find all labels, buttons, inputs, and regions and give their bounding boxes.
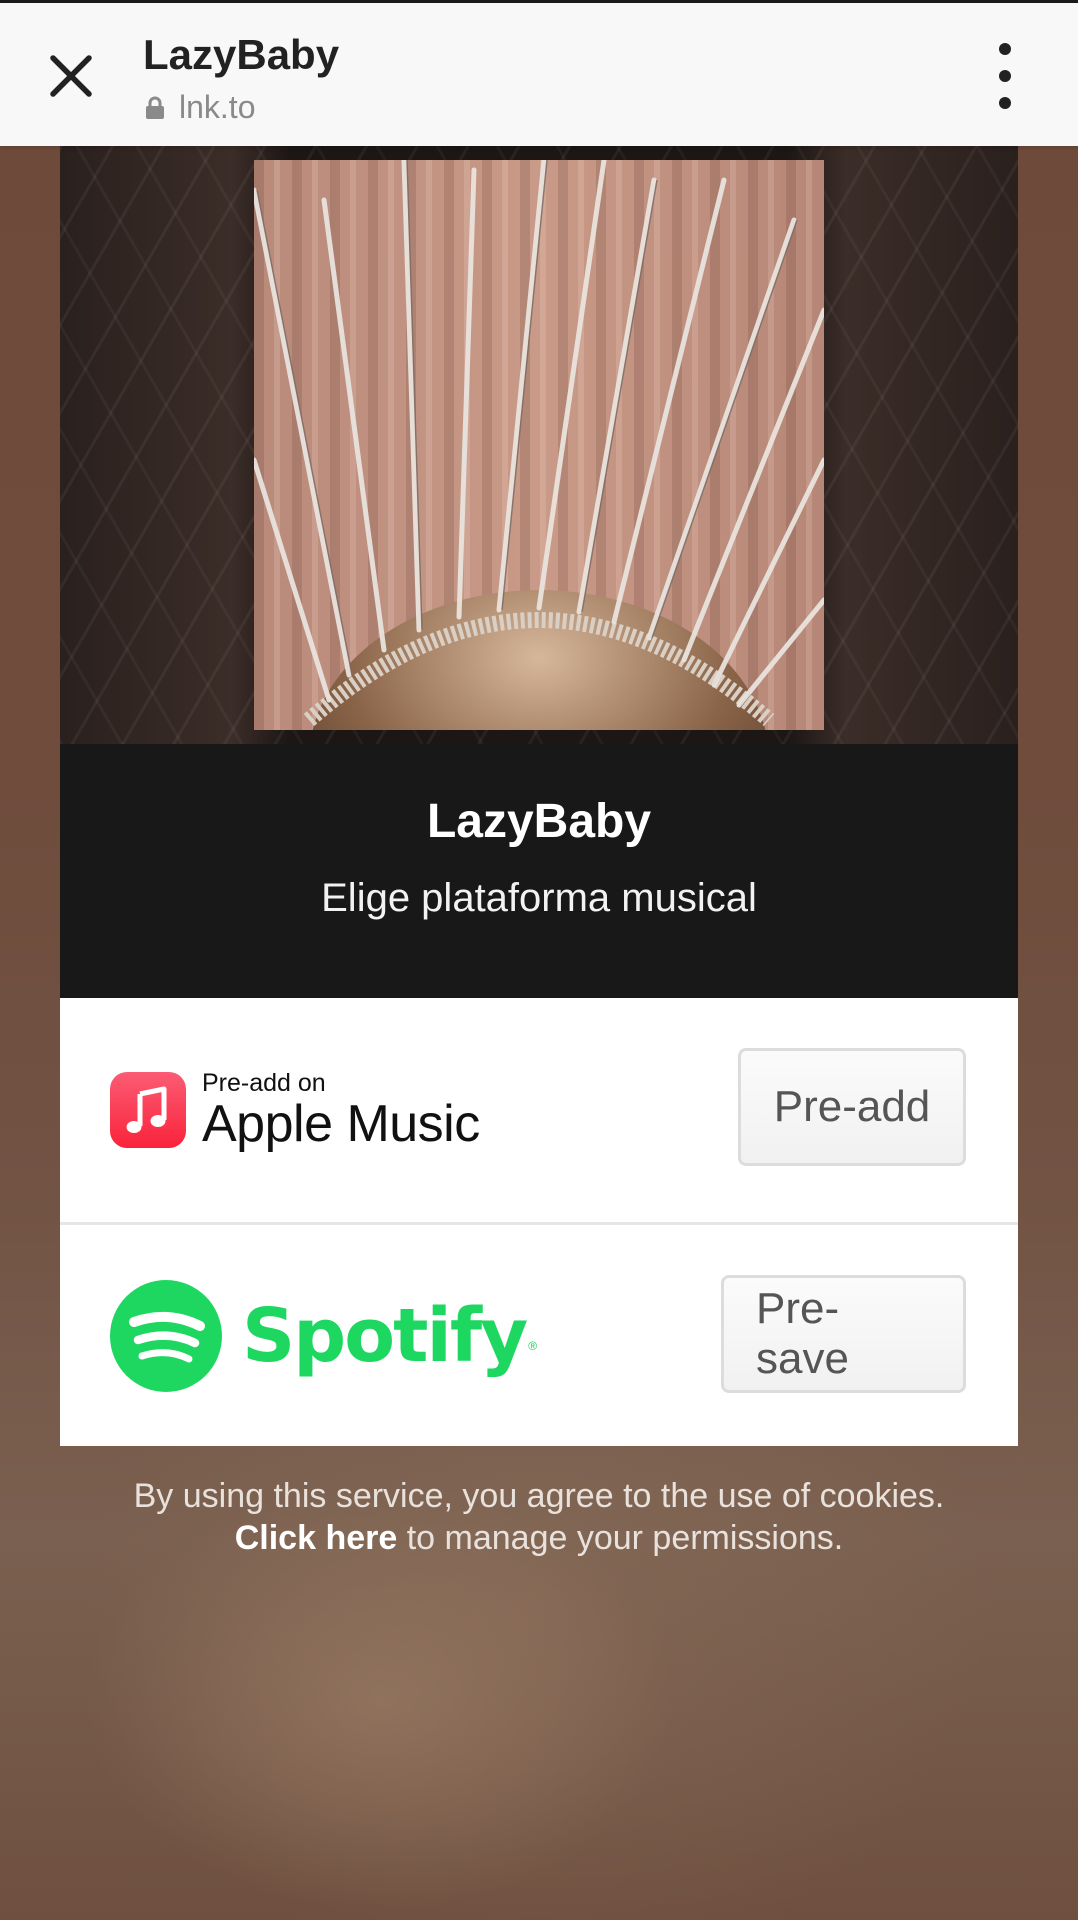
- spotify-wordmark: Spotify: [242, 1292, 528, 1379]
- release-info: LazyBaby Elige plataforma musical: [60, 744, 1018, 998]
- url-text: lnk.to: [179, 89, 256, 125]
- cookie-text-line2: Click here to manage your permissions.: [60, 1517, 1018, 1559]
- apple-music-logo-small-text: Pre-add on: [202, 1069, 326, 1097]
- cookie-notice: By using this service, you agree to the …: [60, 1475, 1018, 1559]
- close-icon: [50, 55, 92, 97]
- browser-toolbar: LazyBaby lnk.to: [0, 0, 1078, 146]
- album-cover: [254, 160, 824, 730]
- service-list: Pre-add on Apple Music Pre-add Spotify ® …: [60, 997, 1018, 1446]
- more-options-button[interactable]: [980, 43, 1030, 109]
- url-display[interactable]: lnk.to: [145, 89, 255, 126]
- cookie-text-rest: to manage your permissions.: [397, 1519, 844, 1557]
- page-title: LazyBaby: [143, 31, 340, 78]
- pre-add-button[interactable]: Pre-add: [738, 1048, 966, 1166]
- lock-icon: [146, 96, 164, 119]
- apple-music-logo: Pre-add on Apple Music: [110, 998, 480, 1222]
- more-vert-icon: [999, 43, 1011, 55]
- release-subtitle: Elige plataforma musical: [321, 876, 757, 920]
- release-card: LazyBaby Elige plataforma musical Pre-ad…: [60, 146, 1018, 1446]
- cookie-text-line1: By using this service, you agree to the …: [133, 1477, 945, 1515]
- close-button[interactable]: [40, 45, 102, 107]
- spotify-icon: [110, 1279, 222, 1392]
- apple-music-logo-text: Apple Music: [202, 1095, 480, 1153]
- spotify-logo: Spotify ®: [110, 1225, 537, 1446]
- service-row-spotify: Spotify ® Pre-save: [60, 1222, 1018, 1446]
- pre-save-button[interactable]: Pre-save: [721, 1275, 966, 1393]
- apple-music-icon: [110, 1072, 186, 1148]
- hero-background: [60, 146, 1018, 744]
- manage-permissions-link[interactable]: Click here: [235, 1519, 398, 1557]
- registered-mark: ®: [528, 1338, 538, 1353]
- service-row-apple-music: Pre-add on Apple Music Pre-add: [60, 998, 1018, 1222]
- release-title: LazyBaby: [426, 795, 652, 848]
